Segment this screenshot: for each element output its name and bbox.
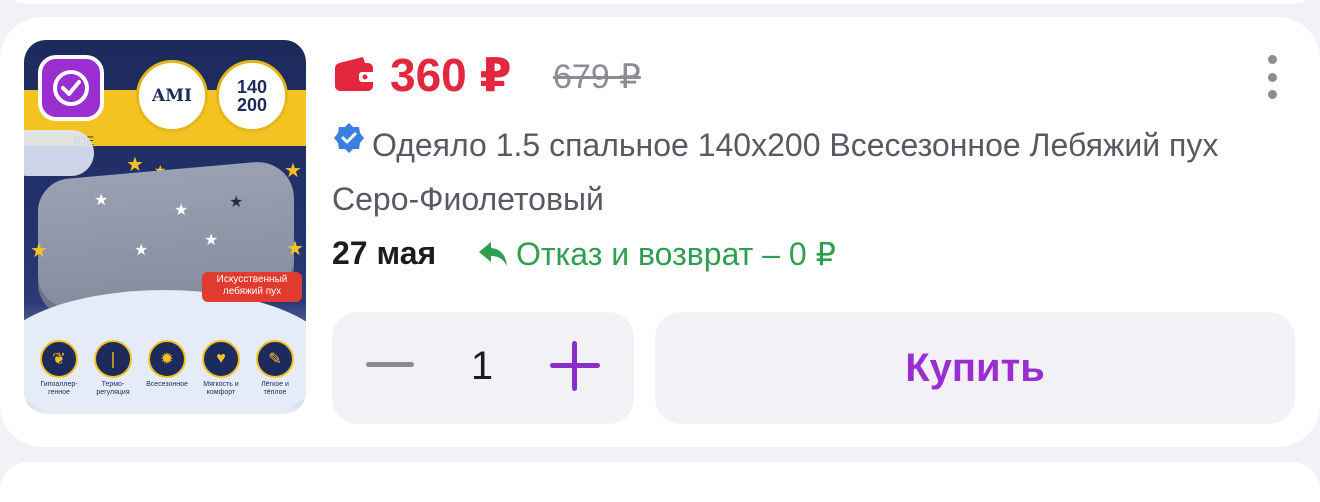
quantity-stepper: 1 [332, 312, 634, 424]
more-vertical-icon[interactable] [1258, 55, 1286, 99]
feature-icons: ❦ Гипоаллер- генное ❘ Термо- регуляция ✹… [36, 340, 298, 404]
delivery-date: 27 мая [332, 235, 437, 271]
feature-label: Мягкость и комфорт [203, 381, 239, 396]
next-card [0, 462, 1320, 502]
quantity-value: 1 [470, 344, 494, 388]
star-icon: ★ [229, 194, 244, 211]
minus-icon[interactable] [366, 362, 414, 367]
feature-label: Лёгкое и тёплое [261, 381, 289, 396]
menu-dot [1267, 55, 1277, 64]
plus-icon[interactable] [550, 341, 600, 391]
size-bottom: 200 [236, 95, 268, 115]
return-info[interactable]: Отказ и возврат – 0 ₽ [516, 235, 836, 273]
feature-item: ✎ Лёгкое и тёплое [252, 340, 298, 404]
feature-item: ❘ Термо- регуляция [90, 340, 136, 404]
size-top: 140 [236, 77, 268, 97]
wallet-icon [335, 57, 375, 91]
menu-dot [1267, 72, 1277, 82]
thermometer-icon: ❘ [94, 340, 132, 378]
star-icon: ★ [174, 202, 189, 219]
feature-label: Гипоаллер- генное [40, 381, 78, 396]
feature-tag: Искусственный лебяжий пух [202, 272, 302, 302]
size-badge: 140 200 [216, 60, 288, 132]
buy-button[interactable]: Купить [655, 312, 1295, 424]
return-arrow-icon [479, 242, 507, 266]
star-icon: ★ [30, 240, 48, 262]
sun-snow-icon: ✹ [148, 340, 186, 378]
feature-item: ♥ Мягкость и комфорт [198, 340, 244, 404]
product-title[interactable]: Одеяло 1.5 спальное 140х200 Всесезонное … [332, 118, 1294, 226]
feather-icon: ✎ [256, 340, 294, 378]
star-icon: ★ [134, 242, 149, 259]
feature-label: Термо- регуляция [96, 381, 130, 396]
select-checkbox[interactable] [38, 55, 104, 121]
star-icon: ★ [94, 192, 109, 209]
brand-logo: AMI [136, 60, 208, 132]
old-price: 679 ₽ [553, 58, 641, 96]
feature-item: ❦ Гипоаллер- генное [36, 340, 82, 404]
star-icon: ★ [286, 238, 304, 260]
verified-badge-icon [334, 123, 364, 153]
leaf-icon: ❦ [40, 340, 78, 378]
menu-dot [1267, 90, 1277, 99]
feature-item: ✹ Всесезонное [144, 340, 190, 404]
hand-heart-icon: ♥ [202, 340, 240, 378]
current-price: 360 ₽ [390, 49, 512, 101]
title-fade [1220, 118, 1300, 172]
previous-card [0, 0, 1320, 4]
cloud-decoration [24, 130, 94, 176]
feature-label: Всесезонное [146, 381, 188, 388]
star-icon: ★ [204, 232, 219, 249]
checkmark-icon [53, 70, 89, 106]
